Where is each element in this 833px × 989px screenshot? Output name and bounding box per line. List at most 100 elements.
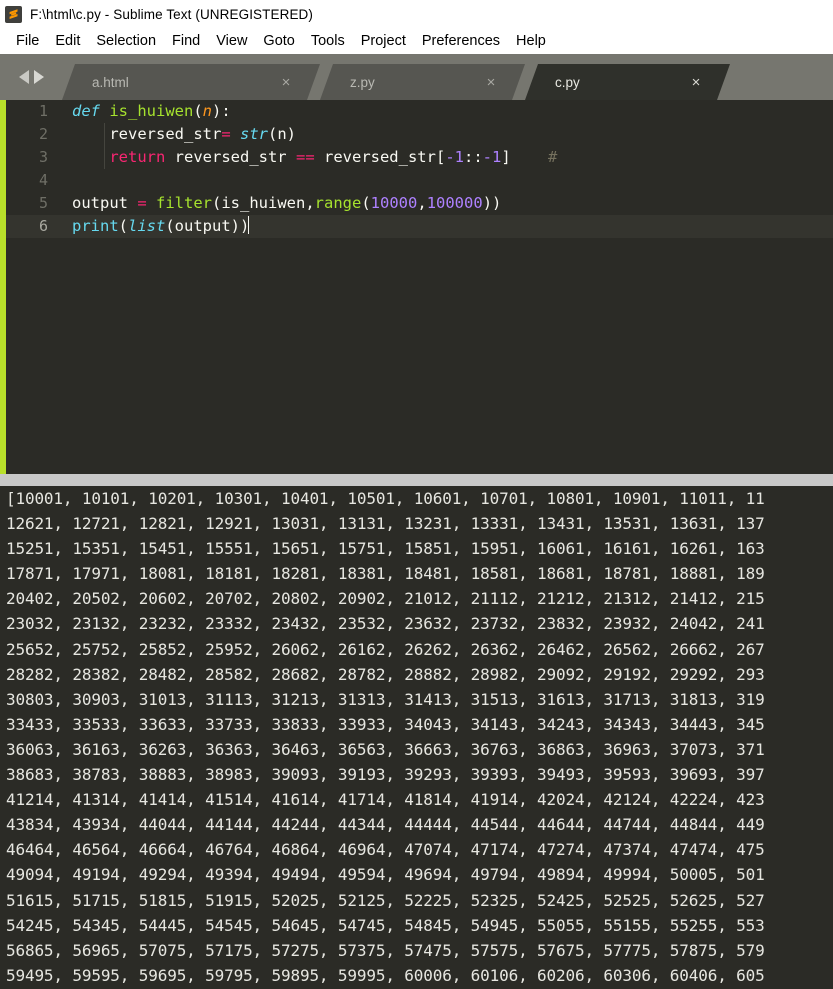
editor-text-area[interactable]: 1 def is_huiwen(n): 2 reversed_str= str(… (6, 100, 833, 474)
console-line: 54245, 54345, 54445, 54545, 54645, 54745… (6, 915, 765, 935)
token-punct: ( (193, 102, 203, 120)
console-line: 56865, 56965, 57075, 57175, 57275, 57375… (6, 940, 765, 960)
menu-item-project[interactable]: Project (353, 31, 414, 51)
menu-item-goto[interactable]: Goto (255, 31, 302, 51)
close-icon[interactable]: × (483, 74, 499, 90)
token-operator-eq: == (295, 148, 315, 166)
line-number: 5 (38, 194, 48, 212)
console-line: 25652, 25752, 25852, 25952, 26062, 26162… (6, 639, 765, 659)
tab-navigation-arrows[interactable] (0, 54, 62, 100)
menu-item-edit[interactable]: Edit (47, 31, 88, 51)
token-keyword-def: def (72, 102, 100, 120)
code-line-content[interactable]: reversed_str= str(n) (58, 123, 296, 146)
token-operator: = (221, 125, 231, 143)
tab-c-py[interactable]: c.py × (525, 64, 730, 100)
console-line: 49094, 49194, 49294, 49394, 49494, 49594… (6, 865, 765, 885)
token-punct: , (417, 194, 427, 212)
console-line: 51615, 51715, 51815, 51915, 52025, 52125… (6, 890, 765, 910)
token-variable: output (72, 194, 138, 212)
line-number: 1 (38, 102, 48, 120)
token-function-range: range (314, 194, 362, 212)
token-number: 100000 (426, 194, 483, 212)
token-builtin-print: print (72, 217, 119, 235)
code-line[interactable]: 5 output = filter(is_huiwen,range(10000,… (6, 192, 833, 215)
text-cursor (248, 216, 250, 234)
console-line: 23032, 23132, 23232, 23332, 23432, 23532… (6, 614, 765, 634)
menu-bar: File Edit Selection Find View Goto Tools… (0, 28, 833, 54)
code-line-content[interactable]: print(list(output)) (58, 215, 250, 238)
code-line[interactable]: 3 return reversed_str == reversed_str[-1… (6, 146, 833, 169)
title-bar: F:\html\c.py - Sublime Text (UNREGISTERE… (0, 0, 833, 28)
console-line: [10001, 10101, 10201, 10301, 10401, 1050… (6, 489, 765, 508)
token-builtin-list: list (128, 217, 166, 235)
tab-z-py[interactable]: z.py × (320, 64, 525, 100)
token-punct: ] (501, 148, 511, 166)
console-line: 38683, 38783, 38883, 38983, 39093, 39193… (6, 765, 765, 785)
sublime-text-logo-icon (5, 5, 22, 23)
code-editor[interactable]: 1 def is_huiwen(n): 2 reversed_str= str(… (0, 100, 833, 474)
token-function-name: is_huiwen (100, 102, 194, 120)
token-variable: reversed_str (165, 148, 296, 166)
console-line: 20402, 20502, 20602, 20702, 20802, 20902… (6, 589, 765, 609)
menu-item-tools[interactable]: Tools (303, 31, 353, 51)
token-punct: :: (463, 148, 483, 166)
line-number: 6 (38, 217, 48, 235)
token-number: -1 (482, 148, 502, 166)
line-number: 2 (38, 125, 48, 143)
menu-item-file[interactable]: File (8, 31, 47, 51)
tab-a-html[interactable]: a.html × (62, 64, 320, 100)
console-line: 17871, 17971, 18081, 18181, 18281, 18381… (6, 564, 765, 584)
menu-item-view[interactable]: View (208, 31, 255, 51)
chevron-right-icon[interactable] (33, 70, 44, 84)
close-icon[interactable]: × (688, 74, 704, 90)
line-number: 3 (38, 148, 48, 166)
token-operator: = (137, 194, 147, 212)
menu-item-find[interactable]: Find (164, 31, 208, 51)
close-icon[interactable]: × (278, 74, 294, 90)
token-punct: ( (118, 217, 129, 235)
token-number: 10000 (370, 194, 418, 212)
code-line-content[interactable]: return reversed_str == reversed_str[-1::… (58, 146, 557, 169)
code-line-content[interactable]: def is_huiwen(n): (58, 100, 231, 123)
tab-bar: a.html × z.py × c.py × (0, 54, 833, 100)
token-args: (is_huiwen, (212, 194, 315, 212)
menu-item-selection[interactable]: Selection (88, 31, 164, 51)
token-variable: reversed_str (109, 125, 222, 143)
panel-separator[interactable] (0, 474, 833, 486)
console-line: 59495, 59595, 59695, 59795, 59895, 59995… (6, 965, 765, 985)
token-function-filter: filter (146, 194, 212, 212)
console-line: 33433, 33533, 33633, 33733, 33833, 33933… (6, 714, 765, 734)
window-title: F:\html\c.py - Sublime Text (UNREGISTERE… (30, 6, 313, 22)
menu-item-preferences[interactable]: Preferences (414, 31, 508, 51)
console-line: 30803, 30903, 31013, 31113, 31213, 31313… (6, 689, 765, 709)
console-line: 12621, 12721, 12821, 12921, 13031, 13131… (6, 514, 765, 534)
code-line-content[interactable]: output = filter(is_huiwen,range(10000,10… (58, 192, 501, 215)
code-line[interactable]: 2 reversed_str= str(n) (6, 123, 833, 146)
code-line-active[interactable]: 6 print(list(output)) (6, 215, 833, 238)
console-line: 41214, 41314, 41414, 41514, 41614, 41714… (6, 790, 765, 810)
console-line: 36063, 36163, 36263, 36363, 36463, 36563… (6, 739, 765, 759)
token-builtin-str: str (240, 125, 268, 143)
code-line[interactable]: 1 def is_huiwen(n): (6, 100, 833, 123)
token-variable: reversed_str[ (314, 148, 446, 166)
token-punct: ( (361, 194, 371, 212)
console-line: 28282, 28382, 28482, 28582, 28682, 28782… (6, 664, 765, 684)
token-comment: # (548, 148, 558, 166)
code-line[interactable]: 4 (6, 169, 833, 192)
console-line: 46464, 46564, 46664, 46764, 46864, 46964… (6, 840, 765, 860)
token-punct: (output)) (165, 217, 250, 235)
token-number: -1 (445, 148, 464, 166)
token-punct: )) (482, 194, 502, 212)
token-keyword-return: return (109, 148, 166, 166)
chevron-left-icon[interactable] (18, 70, 29, 84)
line-number: 4 (38, 171, 48, 189)
build-output-panel[interactable]: [10001, 10101, 10201, 10301, 10401, 1050… (0, 486, 833, 989)
token-call: (n) (268, 125, 296, 143)
menu-item-help[interactable]: Help (508, 31, 554, 51)
console-line: 43834, 43934, 44044, 44144, 44244, 44344… (6, 815, 765, 835)
token-parameter: n (202, 102, 213, 120)
